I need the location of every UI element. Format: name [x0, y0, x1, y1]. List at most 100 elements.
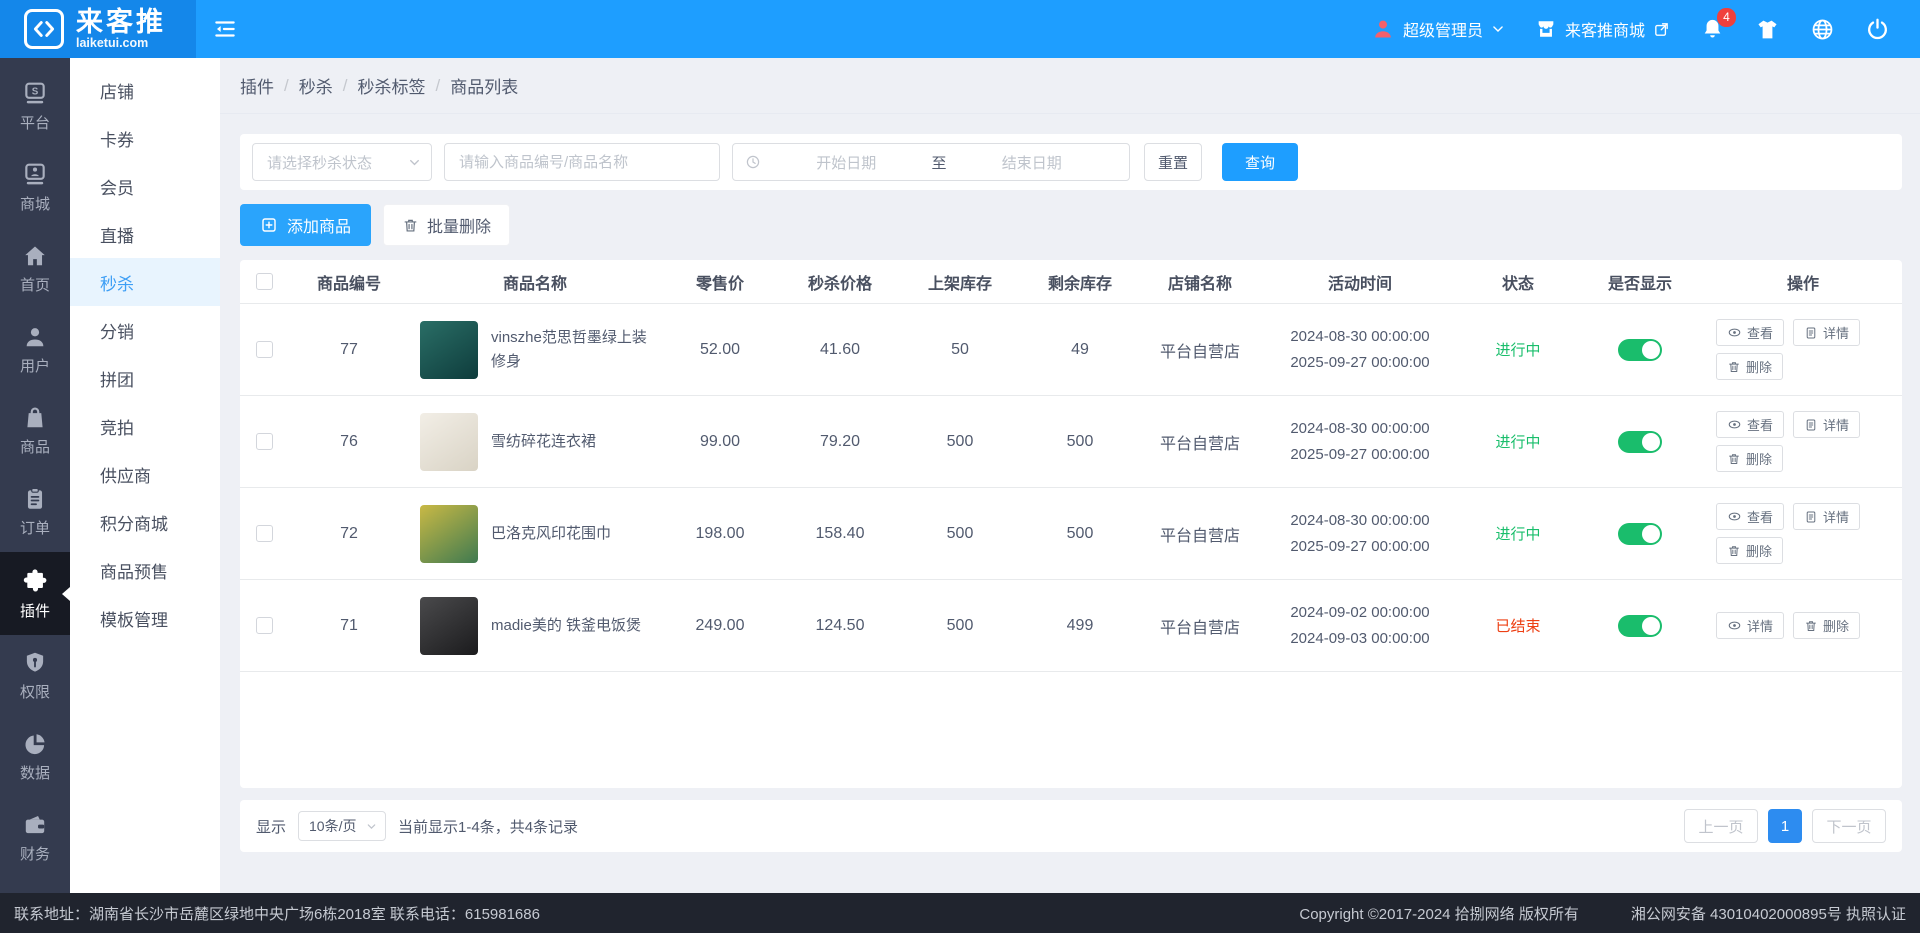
globe-icon[interactable] — [1810, 17, 1835, 42]
submenu-item[interactable]: 模板管理 — [70, 594, 220, 642]
remaining-stock: 500 — [1066, 524, 1094, 542]
product-name: 巴洛克风印花围巾 — [491, 524, 612, 542]
column-header: 零售价 — [695, 275, 744, 293]
submenu-item[interactable]: 拼团 — [70, 354, 220, 402]
table-row: 72 巴洛克风印花围巾 198.00 158.40 500 500 平台自营店 2024-08… — [240, 488, 1902, 580]
visibility-toggle[interactable] — [1618, 338, 1662, 361]
platform-icon: S — [22, 81, 48, 107]
breadcrumb-separator: / — [435, 75, 441, 95]
row-checkbox[interactable] — [255, 524, 273, 542]
product-id: 76 — [340, 432, 358, 450]
status-badge: 已结束 — [1495, 618, 1541, 635]
chevron-down-icon — [367, 823, 376, 829]
delete-button[interactable]: 删除 — [1716, 353, 1784, 380]
row-checkbox[interactable] — [255, 340, 273, 358]
plugin-icon — [21, 567, 49, 595]
submenu-item[interactable]: 店铺 — [70, 66, 220, 114]
sidebar-item-mall[interactable]: 商城 — [0, 147, 70, 228]
detail-button[interactable]: 详情 — [1793, 503, 1861, 530]
logo-title: 来客推 — [76, 6, 166, 37]
sidebar-item-platform[interactable]: S 平台 — [0, 66, 70, 147]
submenu-item[interactable]: 积分商城 — [70, 498, 220, 546]
seckill-price: 79.20 — [819, 432, 861, 450]
tshirt-icon[interactable] — [1755, 17, 1780, 42]
sidebar-item-data[interactable]: 数据 — [0, 716, 70, 797]
date-range-picker[interactable]: 开始日期 至 结束日期 — [732, 143, 1130, 181]
breadcrumb-item[interactable]: 插件 — [240, 73, 274, 98]
search-button[interactable]: 查询 — [1222, 143, 1298, 181]
page-size-label: 显示 — [256, 818, 287, 836]
sidebar-item-goods[interactable]: 商品 — [0, 390, 70, 471]
submenu-item[interactable]: 分销 — [70, 306, 220, 354]
submenu-item[interactable]: 商品预售 — [70, 546, 220, 594]
prev-page-button[interactable]: 上一页 — [1684, 809, 1758, 843]
visibility-toggle[interactable] — [1618, 614, 1662, 637]
breadcrumb-item[interactable]: 秒杀标签 — [357, 73, 425, 98]
status-badge: 进行中 — [1495, 342, 1541, 359]
view-button[interactable]: 查看 — [1716, 319, 1785, 346]
filter-bar: 请选择秒杀状态 开始日期 至 结束日期 重置 查询 — [240, 134, 1902, 190]
date-end-placeholder: 结束日期 — [1001, 154, 1062, 172]
row-checkbox[interactable] — [255, 432, 273, 450]
select-all-checkbox[interactable] — [255, 272, 273, 290]
add-product-button[interactable]: 添加商品 — [240, 204, 372, 246]
sidebar-item-label: 数据 — [19, 765, 50, 782]
logo-brackets-icon — [24, 9, 64, 49]
visibility-toggle[interactable] — [1618, 430, 1662, 453]
primary-sidebar: S 平台 商城首页用户商品 订单 插件 权限数据财务 — [0, 58, 70, 893]
detail-button[interactable]: 详情 — [1793, 319, 1861, 346]
view-button[interactable]: 详情 — [1716, 612, 1785, 639]
sidebar-item-permission[interactable]: 权限 — [0, 635, 70, 716]
menu-fold-icon[interactable] — [212, 16, 238, 42]
sidebar-item-order[interactable]: 订单 — [0, 471, 70, 552]
chevron-down-icon — [410, 159, 419, 165]
submenu-item[interactable]: 供应商 — [70, 450, 220, 498]
view-button[interactable]: 查看 — [1716, 411, 1785, 438]
next-page-button[interactable]: 下一页 — [1812, 809, 1886, 843]
reset-button[interactable]: 重置 — [1144, 143, 1202, 181]
notification-badge: 4 — [1717, 7, 1736, 27]
sidebar-item-label: 用户 — [19, 358, 50, 375]
sidebar-item-finance[interactable]: 财务 — [0, 797, 70, 878]
sidebar-item-plugin[interactable]: 插件 — [0, 552, 70, 635]
row-actions: 查看 详情 删除 — [1704, 319, 1902, 380]
view-button[interactable]: 查看 — [1716, 503, 1785, 530]
batch-delete-button[interactable]: 批量删除 — [383, 204, 511, 246]
footer-police: 湘公网安备 43010402000895号 执照认证 — [1630, 905, 1906, 923]
sidebar-item-media[interactable] — [0, 878, 70, 893]
trash-icon — [1804, 619, 1818, 633]
column-header: 状态 — [1501, 275, 1534, 293]
delete-button[interactable]: 删除 — [1716, 537, 1784, 564]
current-page-button[interactable]: 1 — [1768, 809, 1802, 843]
submenu-item[interactable]: 直播 — [70, 210, 220, 258]
submenu-item[interactable]: 会员 — [70, 162, 220, 210]
submenu-item[interactable]: 竞拍 — [70, 402, 220, 450]
sidebar-item-label: 首页 — [19, 277, 50, 294]
external-link-icon — [1653, 21, 1670, 38]
submenu-item[interactable]: 卡券 — [70, 114, 220, 162]
delete-button[interactable]: 删除 — [1793, 612, 1861, 639]
breadcrumb-item[interactable]: 秒杀 — [299, 73, 333, 98]
sidebar-item-home[interactable]: 首页 — [0, 228, 70, 309]
date-separator: 至 — [931, 154, 947, 172]
shop-icon — [1535, 18, 1557, 40]
user-menu[interactable]: 超级管理员 — [1371, 17, 1505, 41]
visibility-toggle[interactable] — [1618, 522, 1662, 545]
shop-link[interactable]: 来客推商城 — [1535, 17, 1670, 41]
doc-icon — [1804, 326, 1818, 340]
breadcrumb-item[interactable]: 商品列表 — [450, 73, 518, 98]
retail-price: 198.00 — [695, 524, 745, 542]
submenu-item[interactable]: 秒杀 — [70, 258, 220, 306]
delete-button[interactable]: 删除 — [1716, 445, 1784, 472]
activity-time: 2024-09-02 00:00:00 2024-09-03 00:00:00 — [1290, 604, 1430, 647]
power-icon[interactable] — [1865, 17, 1890, 42]
activity-time: 2024-08-30 00:00:00 2025-09-27 00:00:00 — [1290, 420, 1430, 463]
notifications-button[interactable]: 4 — [1700, 7, 1736, 42]
detail-button[interactable]: 详情 — [1793, 411, 1861, 438]
seckill-status-select[interactable]: 请选择秒杀状态 — [252, 143, 432, 181]
order-icon — [22, 486, 48, 512]
sidebar-item-user[interactable]: 用户 — [0, 309, 70, 390]
product-search-input[interactable] — [444, 143, 720, 181]
page-size-select[interactable]: 10条/页 — [298, 811, 387, 841]
row-checkbox[interactable] — [255, 616, 273, 634]
